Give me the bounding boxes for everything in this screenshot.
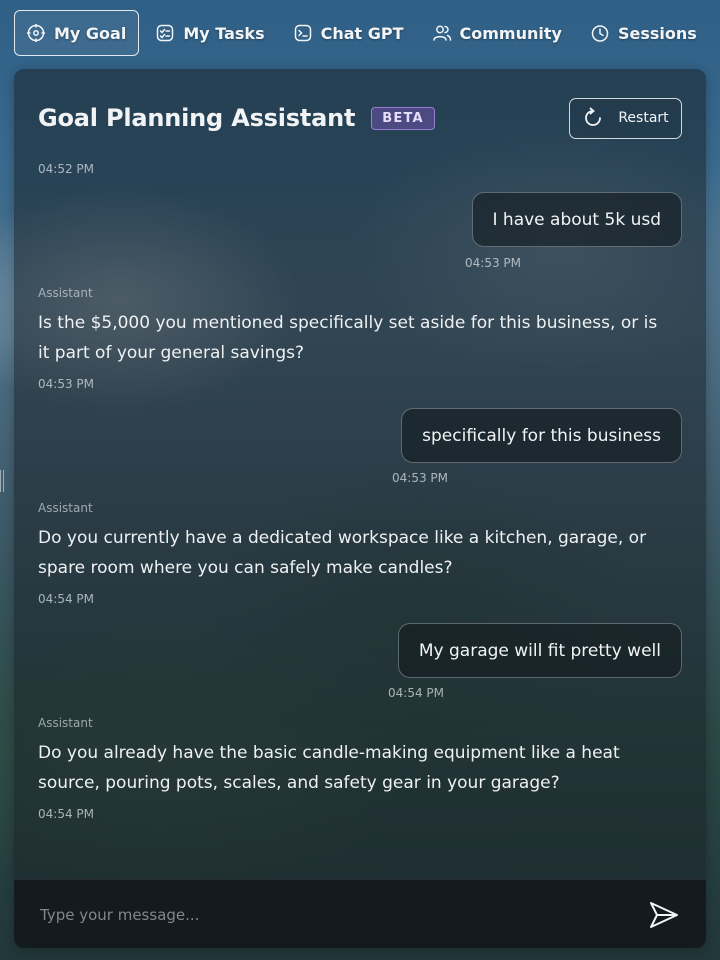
- user-message: My garage will fit pretty well: [397, 623, 682, 678]
- restart-button[interactable]: Restart: [569, 97, 682, 139]
- refresh-icon: [582, 107, 604, 129]
- clock-icon: [590, 23, 610, 43]
- assistant-message: Do you already have the basic candle-mak…: [38, 743, 620, 793]
- nav-label: My Tasks: [183, 23, 265, 43]
- nav-item-my-goal[interactable]: My Goal: [14, 10, 140, 56]
- sender-label: Assistant: [38, 716, 93, 730]
- message-timestamp: 04:53 PM: [465, 256, 521, 270]
- terminal-icon: [293, 23, 313, 43]
- message-timestamp: 04:54 PM: [388, 686, 444, 700]
- send-icon: [648, 900, 680, 930]
- user-message: specifically for this business: [401, 408, 682, 463]
- beta-badge: BETA: [371, 106, 435, 130]
- message-timestamp: 04:53 PM: [38, 377, 94, 391]
- panel-header: Goal Planning Assistant BETA Restart: [38, 97, 682, 139]
- resize-handle[interactable]: [0, 470, 4, 492]
- nav-label: My Goal: [54, 23, 127, 43]
- nav-item-chat-gpt[interactable]: Chat GPT: [281, 10, 416, 56]
- restart-label: Restart: [618, 110, 669, 126]
- nav-item-my-tasks[interactable]: My Tasks: [143, 10, 276, 56]
- target-icon: [26, 23, 46, 43]
- nav-label: Chat GPT: [320, 23, 404, 43]
- message-timestamp: 04:54 PM: [38, 807, 94, 821]
- chat-panel: Goal Planning Assistant BETA Restart 04:…: [14, 69, 706, 948]
- nav-label: Sessions: [617, 23, 697, 43]
- nav-item-community[interactable]: Community: [420, 10, 574, 56]
- send-button[interactable]: [648, 900, 680, 930]
- assistant-message: Do you currently have a dedicated worksp…: [38, 528, 647, 578]
- nav-label: Community: [459, 23, 562, 43]
- message-timestamp: 04:52 PM: [38, 162, 94, 176]
- message-input[interactable]: [38, 894, 602, 936]
- message-composer: [14, 879, 706, 948]
- top-nav: My Goal My Tasks Chat GPT Community Sess…: [14, 9, 706, 57]
- tasks-icon: [155, 23, 175, 43]
- user-message: I have about 5k usd: [471, 192, 682, 247]
- message-timestamp: 04:54 PM: [38, 592, 94, 606]
- users-icon: [432, 23, 452, 43]
- assistant-message: Is the $5,000 you mentioned specifically…: [38, 313, 658, 363]
- page-title: Goal Planning Assistant: [38, 104, 356, 132]
- message-timestamp: 04:53 PM: [392, 471, 448, 485]
- nav-item-sessions[interactable]: Sessions: [578, 10, 709, 56]
- sender-label: Assistant: [38, 501, 93, 515]
- sender-label: Assistant: [38, 286, 93, 300]
